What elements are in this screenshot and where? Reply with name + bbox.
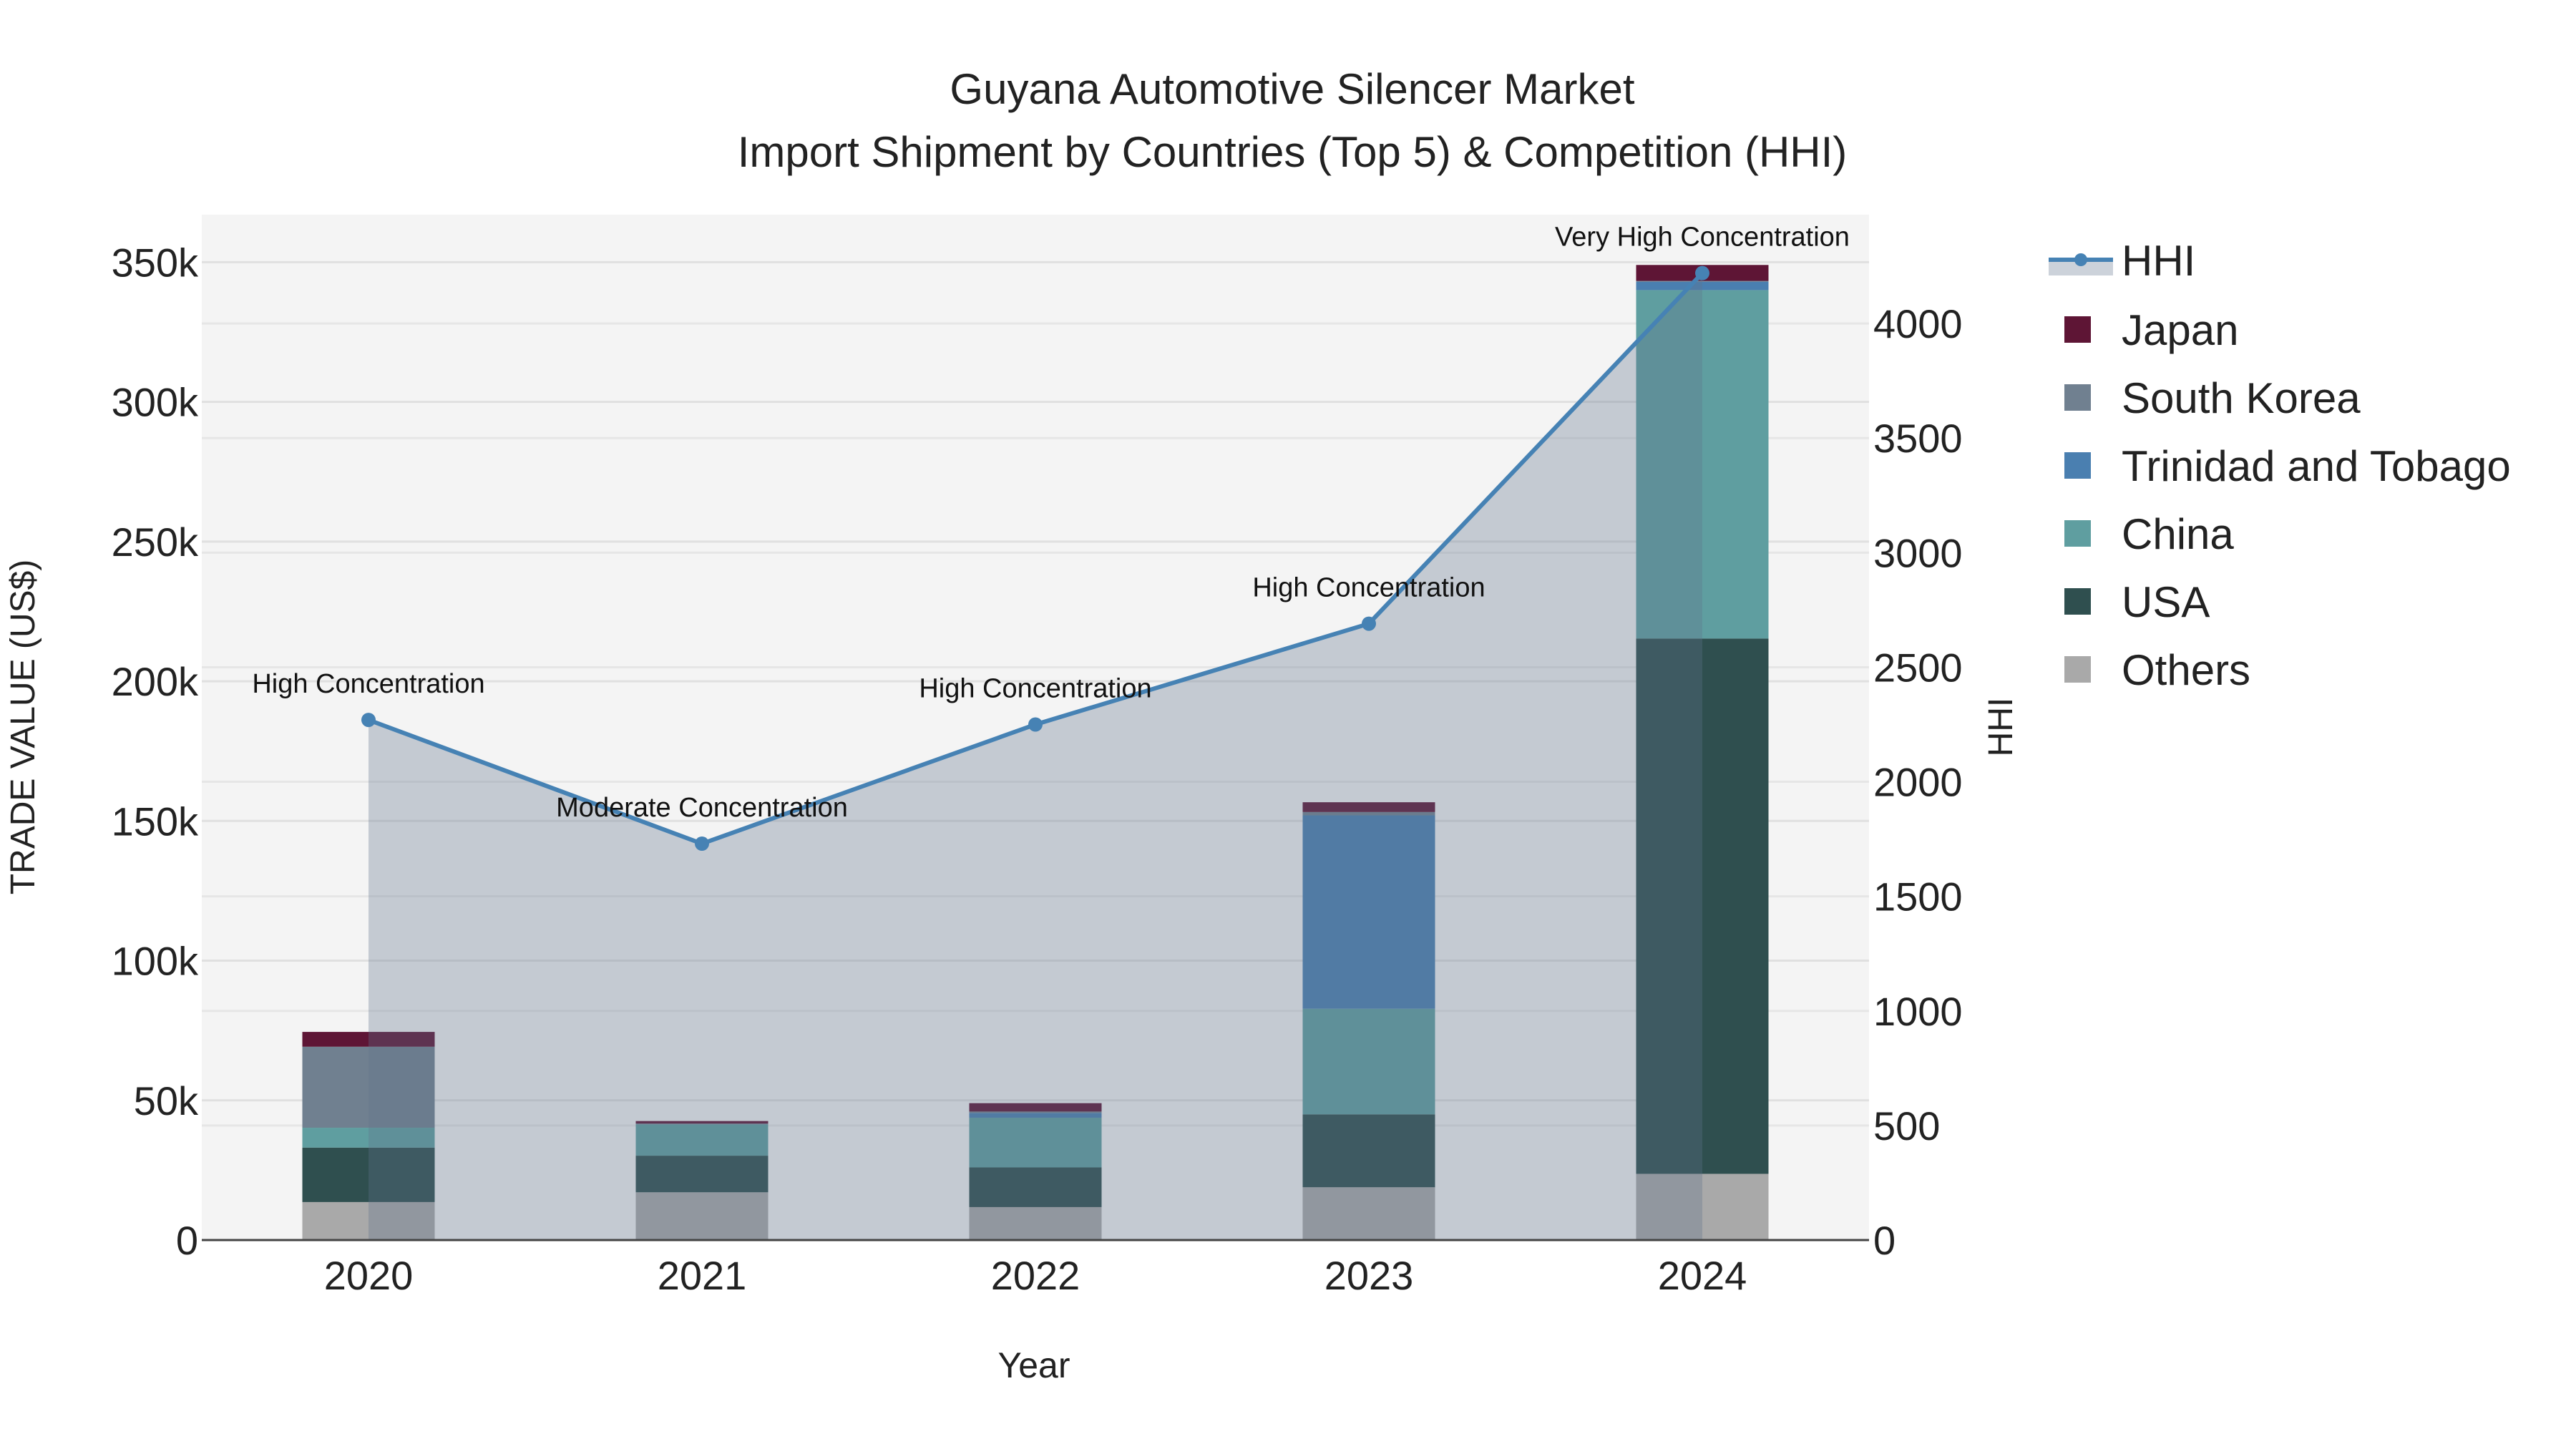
y2-tick-label: 2500 [1873, 645, 1963, 690]
y-tick-label: 100k [112, 939, 199, 984]
legend-swatch [2064, 316, 2091, 343]
x-tick-label: 2021 [658, 1253, 747, 1298]
legend-label: China [2122, 510, 2234, 558]
legend-item-trinidad-and-tobago[interactable]: Trinidad and Tobago [2064, 442, 2511, 490]
hhi-annotation: High Concentration [919, 673, 1151, 703]
hhi-point[interactable] [361, 713, 376, 728]
y2-tick-label: 2000 [1873, 760, 1963, 805]
x-axis-title: Year [997, 1345, 1070, 1385]
legend-item-japan[interactable]: Japan [2064, 306, 2238, 354]
legend-label: USA [2122, 578, 2210, 626]
legend-marker [2074, 253, 2087, 266]
y-tick-label: 150k [112, 799, 199, 844]
hhi-point[interactable] [1362, 616, 1376, 631]
legend-swatch [2064, 588, 2091, 615]
y2-tick-label: 1000 [1873, 989, 1963, 1034]
y2-tick-label: 0 [1873, 1218, 1896, 1263]
hhi-annotation: Moderate Concentration [556, 793, 848, 823]
legend-swatch [2064, 384, 2091, 411]
hhi-annotation: High Concentration [252, 669, 484, 699]
legend-label: Japan [2122, 306, 2238, 354]
hhi-annotation: High Concentration [1252, 573, 1485, 603]
y2-tick-label: 4000 [1873, 301, 1963, 346]
hhi-annotation: Very High Concentration [1555, 223, 1850, 253]
y-tick-label: 250k [112, 519, 199, 565]
legend-item-hhi[interactable]: HHI [2049, 237, 2195, 285]
y2-tick-label: 1500 [1873, 874, 1963, 919]
legend-item-usa[interactable]: USA [2064, 578, 2210, 626]
legend-swatch [2064, 520, 2091, 547]
hhi-point[interactable] [1695, 265, 1709, 280]
x-tick-label: 2024 [1658, 1253, 1747, 1298]
legend-label: South Korea [2122, 374, 2361, 422]
legend: HHI Japan South Korea Trinidad and Tobago Ch… [2049, 237, 2511, 694]
y-tick-label: 300k [112, 380, 199, 425]
legend-item-others[interactable]: Others [2064, 646, 2250, 694]
legend-item-south-korea[interactable]: South Korea [2064, 374, 2361, 422]
legend-label: Others [2122, 646, 2250, 694]
y2-tick-label: 3000 [1873, 530, 1963, 575]
y-tick-label: 200k [112, 659, 199, 704]
x-tick-label: 2020 [324, 1253, 414, 1298]
x-tick-label: 2022 [991, 1253, 1080, 1298]
legend-item-china[interactable]: China [2064, 510, 2234, 558]
y2-axis-title: HHI [1982, 698, 2020, 757]
chart-title: Guyana Automotive Silencer Market [950, 65, 1634, 113]
x-tick-label: 2023 [1324, 1253, 1414, 1298]
y2-tick-label: 500 [1873, 1103, 1940, 1148]
y2-tick-label: 3500 [1873, 416, 1963, 461]
y-tick-label: 350k [112, 240, 199, 285]
hhi-point[interactable] [1028, 717, 1043, 732]
legend-swatch [2064, 656, 2091, 683]
y-tick-label: 50k [134, 1078, 199, 1123]
legend-label: HHI [2122, 237, 2195, 285]
legend-swatch [2064, 452, 2091, 479]
chart: High Concentration Moderate Concentration… [4, 65, 2511, 1385]
chart-subtitle: Import Shipment by Countries (Top 5) & C… [738, 128, 1848, 176]
hhi-point[interactable] [695, 836, 709, 852]
legend-label: Trinidad and Tobago [2122, 442, 2511, 490]
y-tick-label: 0 [176, 1218, 198, 1263]
y-axis-title: TRADE VALUE (US$) [4, 560, 42, 895]
